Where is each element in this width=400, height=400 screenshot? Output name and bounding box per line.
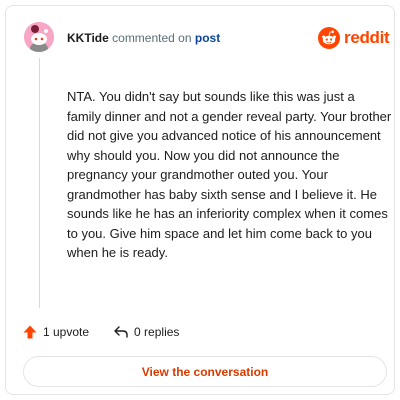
- post-link[interactable]: post: [195, 31, 220, 45]
- commented-on-text: commented on: [112, 31, 192, 45]
- avatar[interactable]: [24, 22, 54, 52]
- reddit-snoo-icon: [318, 27, 340, 49]
- upvote-arrow-icon: [23, 325, 37, 339]
- reply-arrow-icon: [114, 326, 128, 338]
- username-link[interactable]: KKTide: [67, 31, 109, 45]
- reddit-logo[interactable]: reddit: [318, 27, 390, 49]
- snoo-avatar-icon: [24, 22, 54, 52]
- upvote-count: 1 upvote: [43, 325, 90, 339]
- reply-button[interactable]: 0 replies: [113, 324, 179, 340]
- comment-header: KKTide commented on post: [67, 31, 220, 45]
- reddit-wordmark: reddit: [344, 28, 390, 47]
- comment-body: NTA. You didn't say but sounds like this…: [67, 89, 392, 260]
- comment-actions: 1 upvote 0 replies: [22, 324, 203, 340]
- reply-count: 0 replies: [134, 325, 180, 339]
- upvote-button[interactable]: 1 upvote: [22, 324, 89, 340]
- embedded-comment-card: KKTide commented on post reddit NTA. You…: [5, 5, 395, 395]
- view-conversation-button[interactable]: View the conversation: [23, 356, 387, 387]
- thread-line: [39, 58, 40, 308]
